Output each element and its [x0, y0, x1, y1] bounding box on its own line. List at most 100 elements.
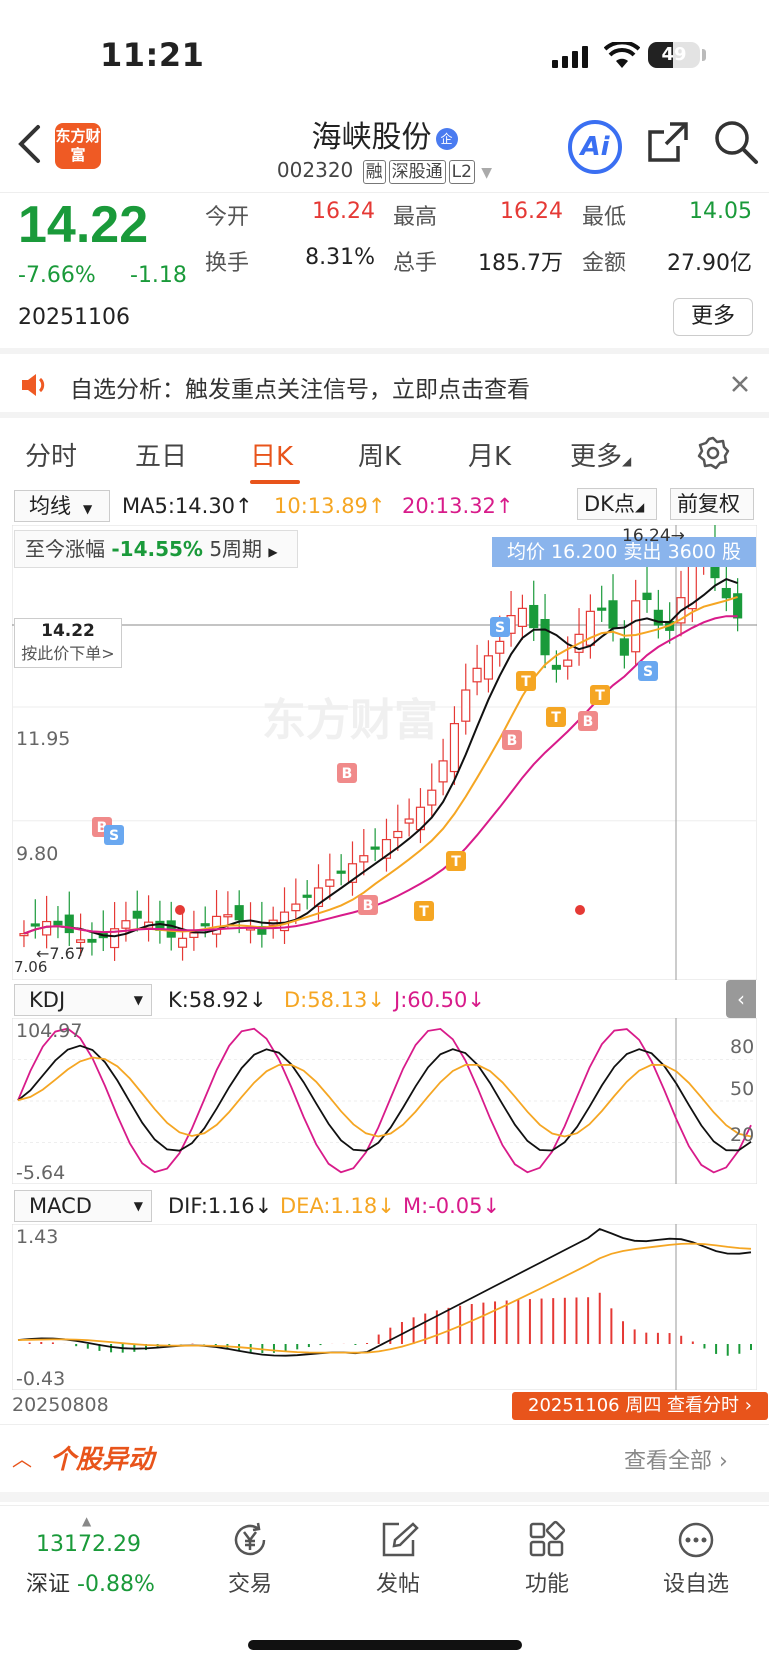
- candle-body: [495, 640, 505, 654]
- adjust-button[interactable]: 前复权: [670, 488, 754, 520]
- volume-value: 185.7万: [478, 251, 563, 276]
- share-icon[interactable]: [646, 120, 690, 164]
- collapse-panel-button[interactable]: ‹: [726, 980, 756, 1018]
- candle-body: [211, 915, 222, 935]
- tab-five-day[interactable]: 五日: [135, 436, 187, 473]
- macd-chart[interactable]: [12, 1224, 757, 1390]
- candle-body: [76, 939, 86, 943]
- candle-body: [132, 910, 142, 919]
- trade-yen-icon[interactable]: [230, 1520, 270, 1560]
- candle-body: [177, 937, 188, 948]
- tab-timeshare[interactable]: 分时: [25, 436, 77, 473]
- trade-marker: T: [446, 851, 466, 871]
- marker-label: T: [521, 674, 531, 690]
- indicator-select[interactable]: 均线 ▼: [14, 490, 110, 522]
- movers-title: 个股异动: [50, 1445, 155, 1475]
- more-quote-button[interactable]: 更多: [673, 298, 753, 336]
- price-tag[interactable]: 14.22 按此价下单>: [14, 618, 122, 668]
- index-value[interactable]: 13172.29: [36, 1532, 141, 1557]
- nav-add-watchlist[interactable]: 设自选: [646, 1566, 746, 1598]
- macd-bottom-label: -0.43: [16, 1368, 66, 1390]
- marker-label: T: [595, 688, 605, 704]
- tab-weekly-k[interactable]: 周K: [358, 436, 401, 473]
- high-value: 16.24: [500, 199, 563, 224]
- candle-body: [642, 592, 652, 601]
- marker-label: T: [451, 854, 461, 870]
- candle-body: [427, 789, 437, 806]
- view-all-link[interactable]: 查看全部 ›: [624, 1443, 728, 1475]
- amount-label: 金额: [582, 251, 627, 276]
- home-indicator: [248, 1640, 522, 1650]
- change-amount: -1.18: [130, 263, 187, 288]
- chevron-up-icon: ︿: [12, 1447, 32, 1471]
- candle-body: [189, 932, 199, 938]
- macd-select[interactable]: MACD ▼: [14, 1190, 152, 1222]
- status-bar: 11:21 49: [0, 0, 769, 110]
- dk-point-button[interactable]: DK点◢: [577, 488, 657, 520]
- marker-label: T: [551, 710, 561, 726]
- macd-bars: [28, 1292, 752, 1356]
- tab-more[interactable]: 更多◢: [570, 436, 631, 473]
- stock-code: 002320: [276, 158, 354, 182]
- ma10-value: 10:13.89↑: [274, 494, 386, 518]
- close-icon[interactable]: [730, 374, 750, 394]
- index-change-line[interactable]: 深证 -0.88%: [26, 1566, 155, 1598]
- macd-frame: [12, 1224, 757, 1390]
- candle-body: [517, 607, 527, 627]
- trade-marker: S: [638, 661, 658, 681]
- low-axis-label: 7.06: [14, 958, 48, 976]
- ma5-line: [23, 578, 738, 938]
- signal-dot: [575, 905, 585, 915]
- kdj-chart[interactable]: [12, 1018, 757, 1184]
- peak-label: 16.24→: [622, 526, 685, 546]
- trade-marker: S: [104, 825, 124, 845]
- trade-marker: S: [490, 617, 510, 637]
- ai-assistant-button[interactable]: Ai: [568, 120, 622, 174]
- candle-body: [64, 914, 74, 934]
- ma10-line: [23, 595, 738, 935]
- battery-tip: [702, 49, 706, 61]
- post-edit-icon[interactable]: [379, 1520, 419, 1560]
- amount-value: 27.90亿: [667, 251, 752, 276]
- candle-body: [393, 830, 403, 839]
- current-price: 14.22: [18, 196, 149, 254]
- high-label: 最高: [393, 205, 438, 230]
- candle-body: [87, 938, 97, 943]
- nav-functions[interactable]: 功能: [497, 1566, 597, 1598]
- nav-post[interactable]: 发帖: [348, 1566, 448, 1598]
- kdj-d-value: D:58.13↓: [284, 988, 385, 1012]
- kdj-level-80: 80: [730, 1036, 755, 1058]
- trade-marker: B: [337, 763, 357, 783]
- marker-label: B: [583, 714, 594, 730]
- candle-body: [325, 879, 335, 887]
- candle-body: [30, 923, 40, 927]
- candle-body: [359, 855, 369, 863]
- kdj-level-20: 20: [730, 1124, 755, 1146]
- tab-monthly-k[interactable]: 月K: [468, 436, 511, 473]
- low-label: 最低: [582, 205, 627, 230]
- change-percent: -7.66%: [18, 263, 96, 288]
- nav-trade[interactable]: 交易: [200, 1566, 300, 1598]
- tab-daily-k[interactable]: 日K: [250, 436, 293, 473]
- chevron-down-icon[interactable]: ▼: [481, 165, 492, 181]
- search-icon[interactable]: [712, 118, 760, 166]
- view-timeshare-button[interactable]: 20251106 周四 查看分时 ›: [512, 1392, 768, 1420]
- kline-chart[interactable]: 东方财富BSBSSBBBSTTTTT: [12, 525, 757, 980]
- wifi-icon: [604, 42, 640, 68]
- notice-bar[interactable]: 自选分析：触发重点关注信号，立即点击查看: [0, 348, 769, 418]
- candle-body: [449, 723, 459, 773]
- trade-marker: T: [414, 901, 434, 921]
- settings-gear-icon[interactable]: [696, 436, 730, 470]
- kdj-select[interactable]: KDJ ▼: [14, 984, 152, 1016]
- stock-movers-section[interactable]: ︿ 个股异动 查看全部 ›: [0, 1424, 769, 1502]
- start-date-label: 20250808: [12, 1394, 109, 1416]
- functions-grid-icon[interactable]: [527, 1520, 567, 1560]
- quote-date: 20251106: [18, 305, 130, 330]
- quote-panel: 14.22 -7.66% -1.18 20251106 今开 16.24 最高 …: [0, 192, 769, 348]
- more-dots-icon[interactable]: [676, 1520, 716, 1560]
- turnover-label: 换手: [205, 251, 250, 276]
- marker-label: T: [419, 904, 429, 920]
- signal-dot: [175, 905, 185, 915]
- candle-body: [563, 659, 573, 667]
- marker-label: B: [342, 766, 353, 782]
